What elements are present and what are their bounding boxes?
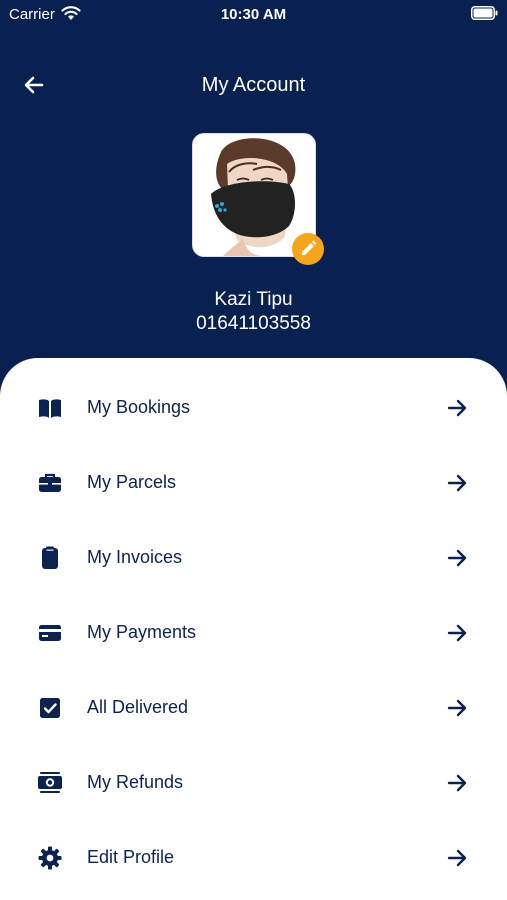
profile-name: Kazi Tipu [214,289,293,310]
book-icon [39,399,61,418]
arrow-right-icon [447,399,467,417]
nav-bar: My Account [0,60,507,110]
menu-label: My Payments [87,622,197,642]
menu-item-my-payments[interactable]: My Payments [0,595,507,670]
arrow-right-icon [447,624,467,642]
avatar-container [192,133,324,265]
checkbox-icon [40,698,60,718]
briefcase-icon [39,473,61,492]
arrow-right-icon [447,474,467,492]
menu-item-my-parcels[interactable]: My Parcels [0,445,507,520]
battery-icon [471,6,498,20]
arrow-right-icon [447,849,467,867]
menu-label: Edit Profile [87,847,175,867]
menu-item-my-bookings[interactable]: My Bookings [0,370,507,445]
edit-avatar-button[interactable] [292,233,324,265]
clipboard-icon [42,546,58,569]
arrow-right-icon [447,774,467,792]
menu-label: My Bookings [87,397,191,417]
arrow-right-icon [447,549,467,567]
menu-item-my-invoices[interactable]: My Invoices [0,520,507,595]
menu-item-my-refunds[interactable]: My Refunds [0,745,507,820]
menu-label: My Invoices [87,547,183,567]
status-bar: Carrier 10:30 AM [0,0,507,30]
menu-label: My Parcels [87,472,177,492]
credit-card-icon [39,625,61,641]
profile-phone: 01641103558 [196,313,311,334]
account-menu: My Bookings My Parcels My Invoices My Pa… [0,358,507,900]
pencil-icon [302,240,317,255]
arrow-right-icon [447,699,467,717]
menu-label: My Refunds [87,772,184,792]
status-time: 10:30 AM [220,6,287,23]
gear-icon [38,846,62,870]
money-icon [38,772,62,793]
page-title: My Account [201,74,306,96]
menu-item-all-delivered[interactable]: All Delivered [0,670,507,745]
menu-label: All Delivered [87,697,189,717]
menu-item-edit-profile[interactable]: Edit Profile [0,820,507,895]
